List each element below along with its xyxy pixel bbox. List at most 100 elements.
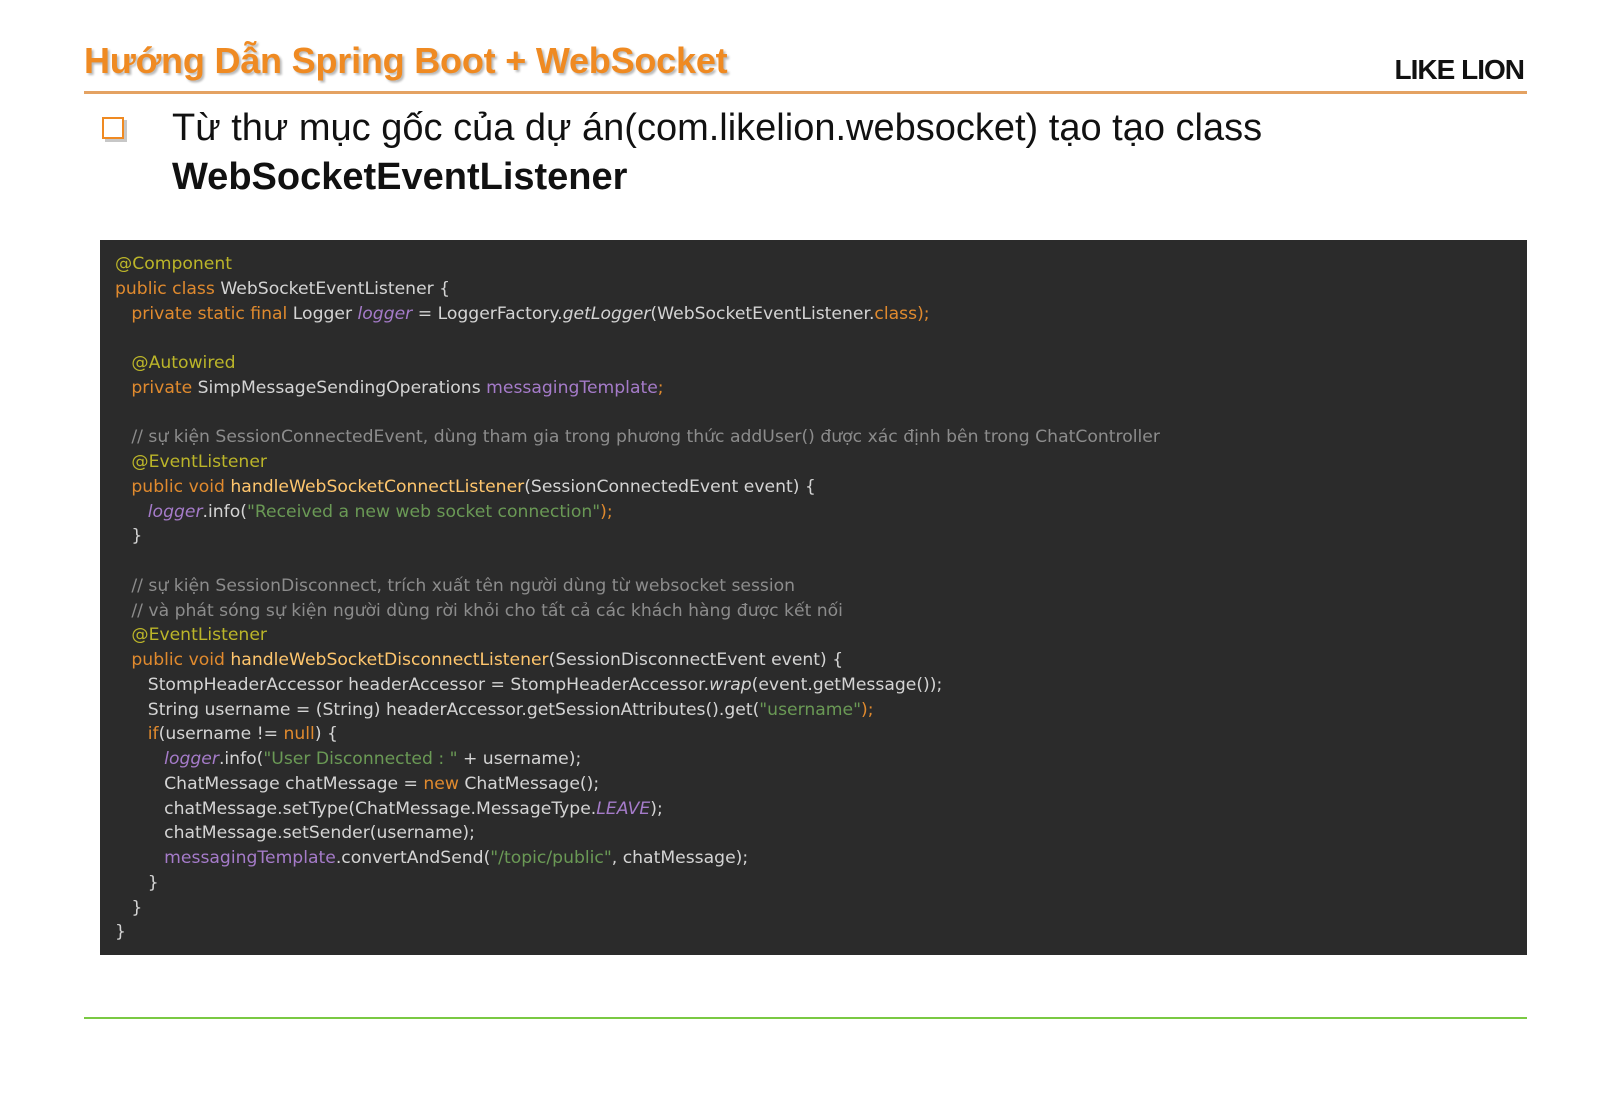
- code-text: Logger: [292, 303, 358, 324]
- code-text: }: [115, 922, 126, 943]
- code-line: // sự kiện SessionDisconnect, trích xuất…: [115, 574, 1527, 599]
- code-text: .info(: [202, 501, 247, 522]
- code-keyword: new: [423, 773, 465, 794]
- code-text: );: [600, 501, 613, 522]
- code-line: if(username != null) {: [115, 722, 1527, 747]
- code-line: @EventListener: [115, 623, 1527, 648]
- code-line: }: [115, 920, 1527, 945]
- code-field: messagingTemplate: [486, 377, 658, 398]
- code-text: );: [917, 303, 930, 324]
- code-line: @Autowired: [115, 351, 1527, 376]
- code-line: public class WebSocketEventListener {: [115, 277, 1527, 302]
- code-annotation: @Autowired: [131, 353, 236, 373]
- code-keyword: if: [147, 724, 159, 745]
- code-text: (SessionDisconnectEvent event) {: [548, 650, 844, 670]
- bullet-text: Từ thư mục gốc của dự án(com.likelion.we…: [172, 104, 1532, 202]
- code-keyword: class: [874, 303, 918, 324]
- code-text: }: [147, 872, 159, 893]
- code-text: .info(: [218, 749, 264, 769]
- code-string: "username": [759, 699, 862, 720]
- code-text: SimpMessageSendingOperations: [197, 377, 487, 398]
- code-static-method: getLogger: [562, 303, 651, 324]
- code-text: );: [650, 798, 663, 819]
- code-line: logger.info("Received a new web socket c…: [115, 500, 1527, 525]
- code-field: logger: [147, 501, 203, 522]
- code-line: private static final Logger logger = Log…: [115, 302, 1527, 327]
- code-comment: // sự kiện SessionConnectedEvent, dùng t…: [131, 427, 1160, 448]
- code-string: "/topic/public": [490, 848, 612, 868]
- code-text: ChatMessage();: [464, 773, 600, 794]
- code-text: }: [131, 897, 143, 918]
- bullet-class-name: WebSocketEventListener: [172, 156, 628, 198]
- code-annotation: @EventListener: [131, 452, 267, 472]
- code-method: handleWebSocketDisconnectListener: [230, 650, 549, 670]
- code-line: }: [115, 896, 1527, 921]
- code-enum-constant: LEAVE: [596, 798, 651, 819]
- code-field: logger: [164, 749, 219, 769]
- code-line: // và phát sóng sự kiện người dùng rời k…: [115, 599, 1527, 624]
- code-line: logger.info("User Disconnected : " + use…: [115, 747, 1527, 772]
- code-line: public void handleWebSocketConnectListen…: [115, 475, 1527, 500]
- code-text: = LoggerFactory.: [412, 303, 563, 324]
- code-keyword: private static final: [131, 303, 293, 324]
- code-string: "User Disconnected : ": [263, 749, 458, 769]
- code-comment: // và phát sóng sự kiện người dùng rời k…: [131, 600, 843, 621]
- code-static-method: wrap: [709, 674, 752, 695]
- bullet-text-line1: Từ thư mục gốc của dự án(com.likelion.we…: [172, 107, 1263, 149]
- footer-divider: [84, 1017, 1527, 1019]
- code-line: String username = (String) headerAccesso…: [115, 698, 1527, 723]
- code-text: String username = (String) headerAccesso…: [147, 699, 760, 720]
- code-keyword: private: [131, 377, 198, 398]
- code-text: chatMessage.setType(ChatMessage.MessageT…: [164, 798, 597, 819]
- code-field: logger: [357, 303, 413, 324]
- code-line: messagingTemplate.convertAndSend("/topic…: [115, 846, 1527, 871]
- code-keyword: public class: [115, 278, 221, 299]
- checkbox-bullet-icon: [102, 117, 124, 139]
- code-text: (username !=: [158, 724, 284, 745]
- code-string: "Received a new web socket connection": [246, 501, 601, 522]
- code-text: , chatMessage);: [611, 848, 749, 868]
- code-line: }: [115, 524, 1527, 549]
- code-text: (event.getMessage());: [751, 674, 943, 695]
- code-text: .convertAndSend(: [335, 848, 491, 868]
- code-line: }: [115, 871, 1527, 896]
- code-annotation: @EventListener: [131, 625, 267, 646]
- code-text: ChatMessage chatMessage =: [164, 773, 424, 794]
- code-line: public void handleWebSocketDisconnectLis…: [115, 648, 1527, 673]
- code-line: chatMessage.setSender(username);: [115, 821, 1527, 846]
- code-line: chatMessage.setType(ChatMessage.MessageT…: [115, 797, 1527, 822]
- code-text: ) {: [314, 724, 338, 745]
- slide-title: Hướng Dẫn Spring Boot + WebSocket: [84, 40, 728, 81]
- code-text: chatMessage.setSender(username);: [164, 823, 475, 844]
- code-line: @Component: [115, 252, 1527, 277]
- code-line: // sự kiện SessionConnectedEvent, dùng t…: [115, 425, 1527, 450]
- code-line: @EventListener: [115, 450, 1527, 475]
- header-divider: [84, 91, 1527, 94]
- code-text: (WebSocketEventListener.: [650, 303, 875, 324]
- code-text: }: [131, 526, 143, 547]
- code-line: StompHeaderAccessor headerAccessor = Sto…: [115, 673, 1527, 698]
- code-comment: // sự kiện SessionDisconnect, trích xuất…: [131, 575, 796, 596]
